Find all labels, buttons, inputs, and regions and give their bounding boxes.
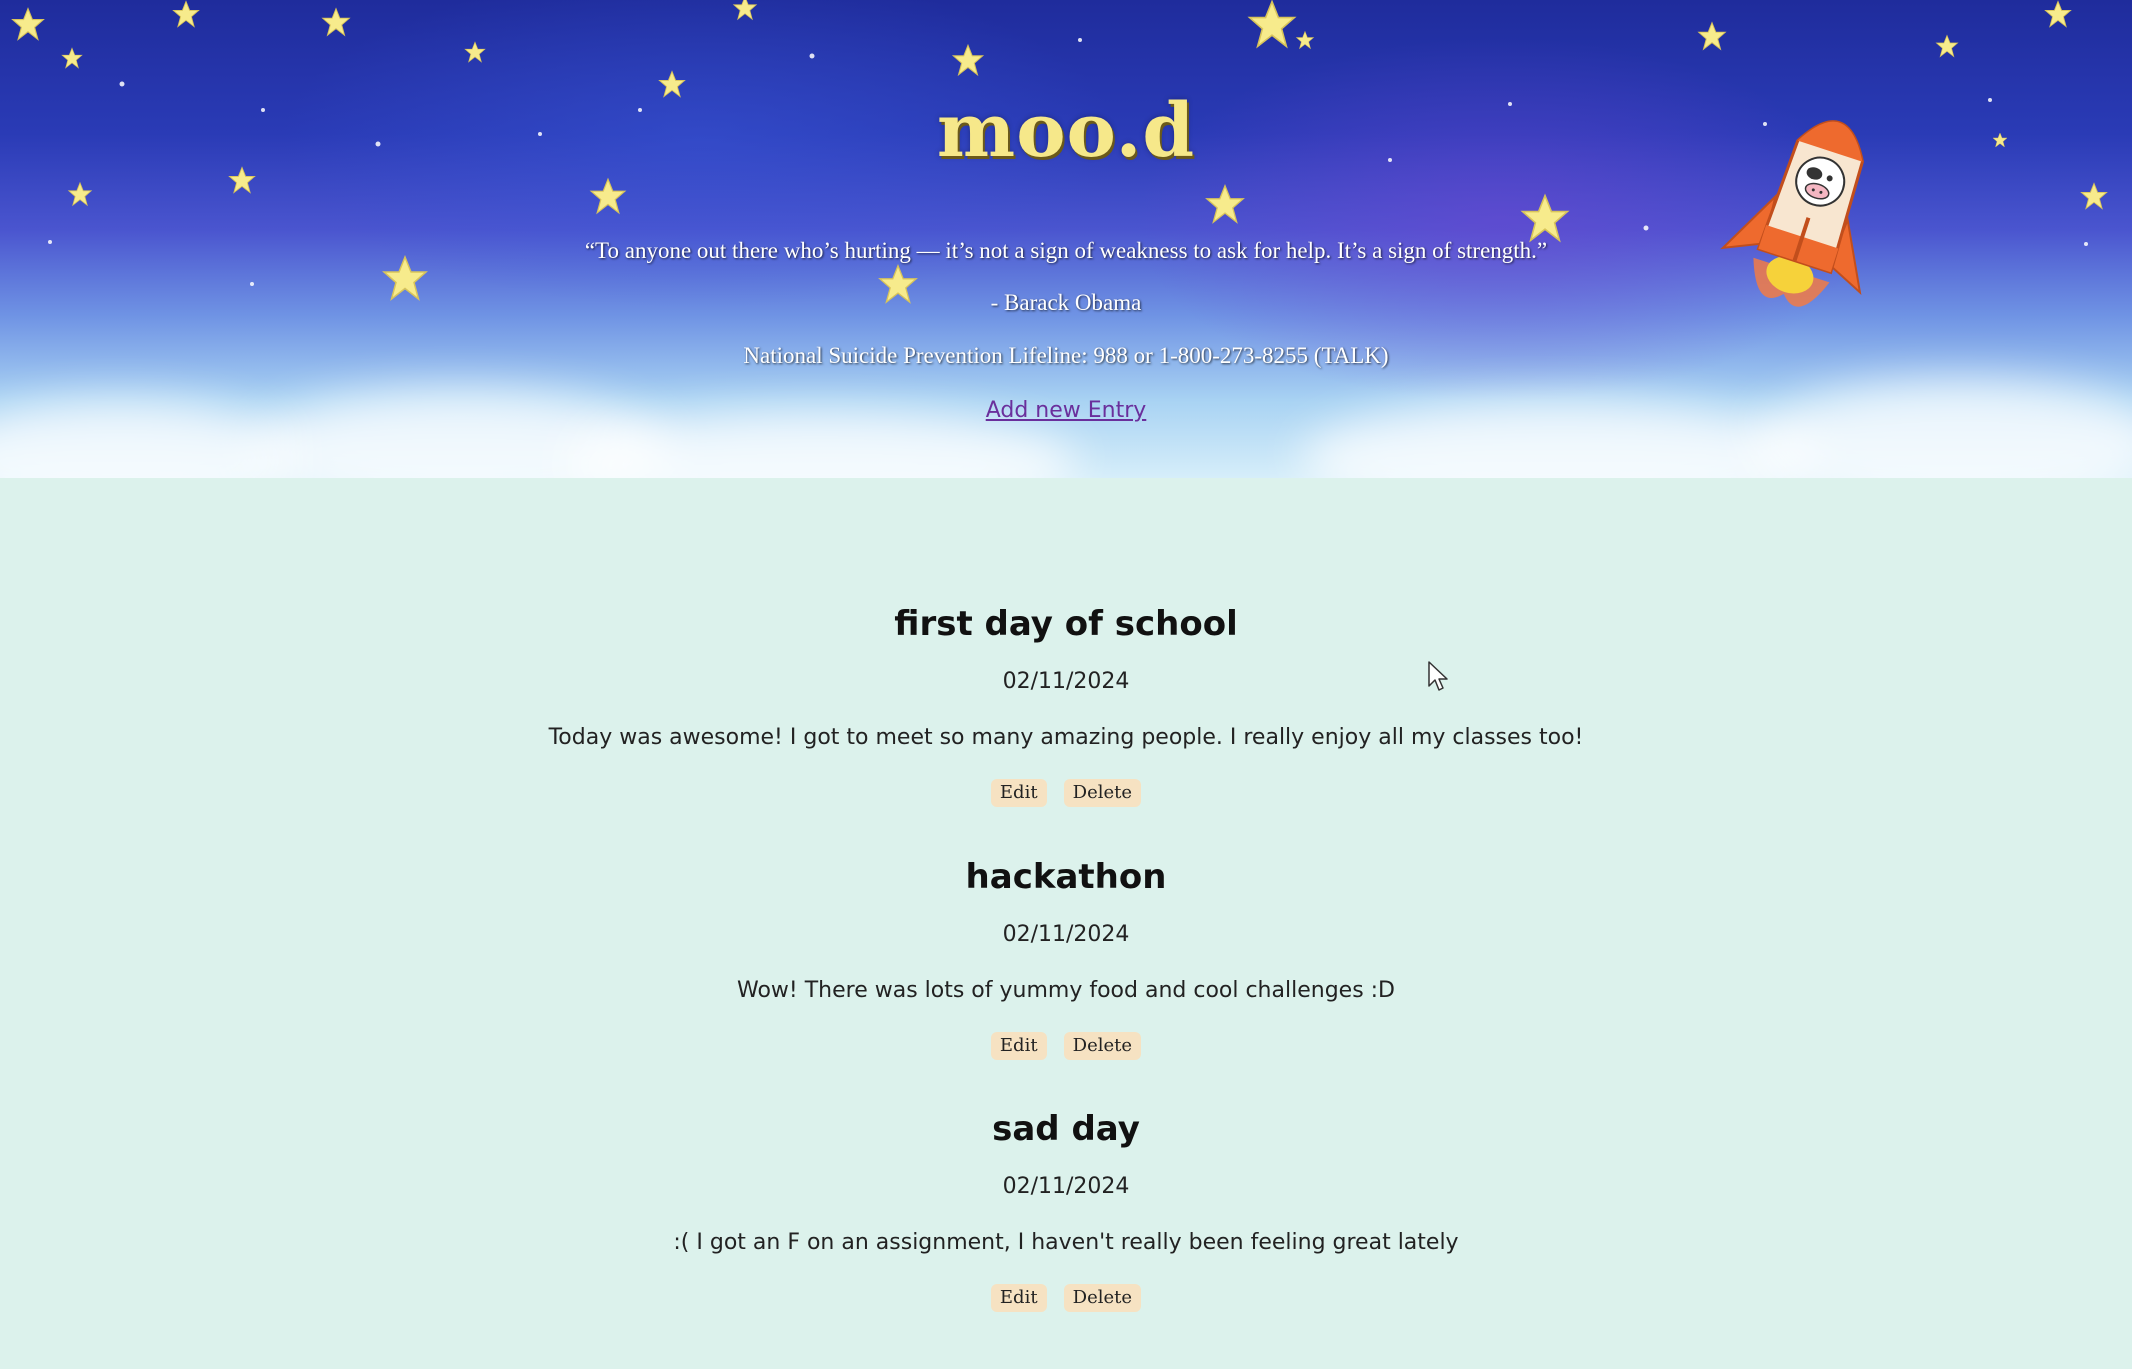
entry-body: Wow! There was lots of yummy food and co… xyxy=(736,978,1395,1003)
add-entry-container: Add new Entry xyxy=(0,398,2132,423)
entry-actions: Edit Delete xyxy=(0,1284,2132,1314)
entry-body: :( I got an F on an assignment, I haven'… xyxy=(673,1230,1459,1255)
header-banner: moo.d “To anyone out there who’s hurting… xyxy=(0,0,2132,478)
delete-button[interactable]: Delete xyxy=(1063,779,1142,807)
entry-title: hackathon xyxy=(965,857,1167,897)
delete-button[interactable]: Delete xyxy=(1063,1032,1142,1060)
edit-button[interactable]: Edit xyxy=(990,1284,1047,1312)
delete-button[interactable]: Delete xyxy=(1063,1284,1142,1312)
rocket-icon xyxy=(1720,120,1864,307)
entry-card: hackathon 02/11/2024 Wow! There was lots… xyxy=(0,852,2132,1062)
entry-card: sad day 02/11/2024 :( I got an F on an a… xyxy=(0,1104,2132,1314)
entry-actions: Edit Delete xyxy=(0,779,2132,809)
entry-date: 02/11/2024 xyxy=(1002,1174,1130,1199)
mouse-cursor-icon xyxy=(1428,661,1448,691)
edit-button[interactable]: Edit xyxy=(990,779,1047,807)
entry-title: sad day xyxy=(992,1109,1140,1149)
entry-card: first day of school 02/11/2024 Today was… xyxy=(0,599,2132,809)
edit-button[interactable]: Edit xyxy=(990,1032,1047,1060)
entry-actions: Edit Delete xyxy=(0,1032,2132,1062)
add-entry-link[interactable]: Add new Entry xyxy=(986,398,1147,423)
entry-date: 02/11/2024 xyxy=(1002,669,1130,694)
entry-title: first day of school xyxy=(894,604,1238,644)
entry-body: Today was awesome! I got to meet so many… xyxy=(548,725,1584,750)
entry-date: 02/11/2024 xyxy=(1002,922,1130,947)
lifeline-text: National Suicide Prevention Lifeline: 98… xyxy=(743,343,1389,368)
